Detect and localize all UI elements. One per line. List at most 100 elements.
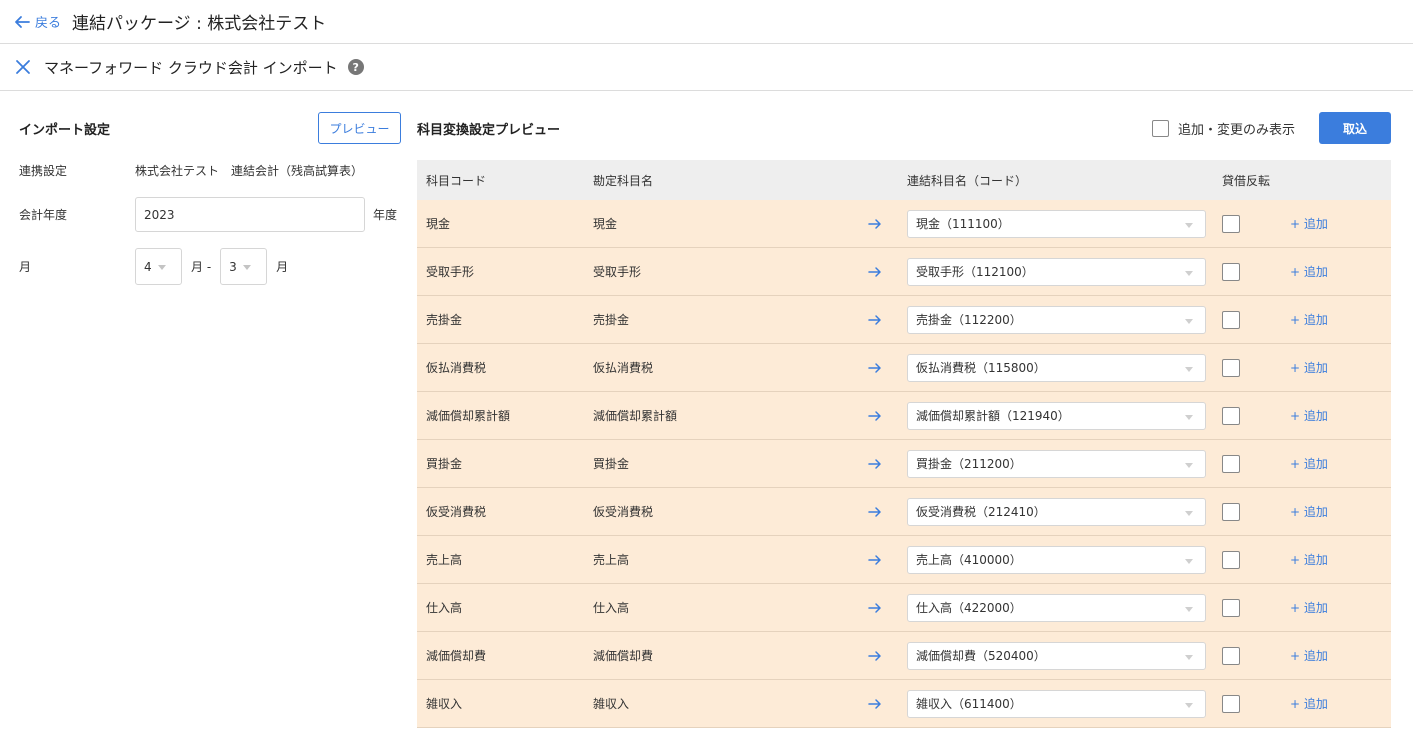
- account-name: 仮払消費税: [593, 361, 654, 375]
- add-link[interactable]: + 追加: [1290, 200, 1328, 247]
- reverse-checkbox[interactable]: [1222, 262, 1240, 281]
- fiscal-year-input[interactable]: 2023: [135, 197, 365, 232]
- consolidated-account-select[interactable]: 現金（111100）: [907, 209, 1206, 238]
- table-row: 減価償却累計額 減価償却累計額 減価償却累計額（121940） + 追加: [417, 392, 1391, 440]
- account-code: 売掛金: [426, 313, 463, 327]
- account-code: 売上高: [426, 553, 463, 567]
- add-link[interactable]: + 追加: [1290, 488, 1328, 535]
- link-setting-value: 株式会社テスト 連結会計（残高試算表）: [135, 164, 364, 178]
- reverse-checkbox[interactable]: [1222, 406, 1240, 425]
- add-link[interactable]: + 追加: [1290, 632, 1328, 679]
- chevron-down-icon: [1185, 558, 1193, 564]
- consolidated-account-select[interactable]: 受取手形（112100）: [907, 257, 1206, 286]
- reverse-checkbox[interactable]: [1222, 310, 1240, 329]
- consolidated-account-select[interactable]: 仕入高（422000）: [907, 593, 1206, 622]
- changes-only-checkbox[interactable]: [1151, 119, 1169, 137]
- chevron-down-icon: [1185, 222, 1193, 228]
- consolidated-account-value: 売上高（410000）: [916, 553, 1022, 567]
- chevron-down-icon: [1185, 414, 1193, 420]
- add-link[interactable]: + 追加: [1290, 344, 1328, 391]
- add-link[interactable]: + 追加: [1290, 584, 1328, 631]
- arrow-right-icon: [868, 536, 882, 583]
- reverse-checkbox[interactable]: [1222, 646, 1240, 665]
- add-link[interactable]: + 追加: [1290, 440, 1328, 487]
- reverse-checkbox[interactable]: [1222, 598, 1240, 617]
- arrow-right-icon: [868, 344, 882, 391]
- top-bar: 戻る 連結パッケージ : 株式会社テスト: [0, 0, 1413, 44]
- arrow-right-icon: [868, 488, 882, 535]
- consolidated-account-select[interactable]: 雑収入（611400）: [907, 689, 1206, 718]
- account-name: 仕入高: [593, 601, 630, 615]
- table-row: 買掛金 買掛金 買掛金（211200） + 追加: [417, 440, 1391, 488]
- month-from-value: 4: [144, 259, 152, 274]
- table-row: 売上高 売上高 売上高（410000） + 追加: [417, 536, 1391, 584]
- import-settings-title: インポート設定: [19, 122, 111, 138]
- add-link[interactable]: + 追加: [1290, 296, 1328, 343]
- table-row: 売掛金 売掛金 売掛金（112200） + 追加: [417, 296, 1391, 344]
- chevron-down-icon: [1185, 318, 1193, 324]
- account-name: 買掛金: [593, 457, 630, 471]
- preview-button[interactable]: プレビュー: [318, 112, 401, 144]
- help-icon[interactable]: ?: [347, 59, 364, 75]
- consolidated-account-select[interactable]: 売上高（410000）: [907, 545, 1206, 574]
- add-link[interactable]: + 追加: [1290, 248, 1328, 295]
- link-setting-row: 連携設定 株式会社テスト 連結会計（残高試算表）: [19, 162, 363, 179]
- import-settings-header: インポート設定 プレビュー: [19, 112, 401, 144]
- consolidated-account-value: 受取手形（112100）: [916, 265, 1034, 279]
- arrow-right-icon: [868, 248, 882, 295]
- account-name: 減価償却費: [593, 649, 654, 663]
- account-name: 売上高: [593, 553, 630, 567]
- chevron-down-icon: [243, 265, 252, 270]
- close-button[interactable]: [14, 58, 32, 76]
- column-header-code: 科目コード: [426, 173, 487, 188]
- import-settings-panel: インポート設定 プレビュー 連携設定 株式会社テスト 連結会計（残高試算表） 会…: [19, 112, 401, 285]
- consolidated-account-select[interactable]: 買掛金（211200）: [907, 449, 1206, 478]
- table-row: 減価償却費 減価償却費 減価償却費（520400） + 追加: [417, 632, 1391, 680]
- reverse-checkbox[interactable]: [1222, 454, 1240, 473]
- import-button[interactable]: 取込: [1319, 112, 1391, 144]
- account-code: 受取手形: [426, 265, 475, 279]
- chevron-down-icon: [158, 265, 166, 270]
- consolidated-account-select[interactable]: 減価償却費（520400）: [907, 641, 1206, 670]
- arrow-left-icon: [15, 15, 30, 28]
- reverse-checkbox[interactable]: [1222, 358, 1240, 377]
- consolidated-account-value: 仮払消費税（115800）: [916, 361, 1046, 375]
- chevron-down-icon: [1185, 654, 1193, 660]
- month-to-select[interactable]: 3: [220, 248, 268, 285]
- consolidated-account-select[interactable]: 仮受消費税（212410）: [907, 497, 1206, 526]
- account-name: 現金: [593, 217, 618, 231]
- add-link[interactable]: + 追加: [1290, 680, 1328, 727]
- fiscal-year-row: 会計年度 2023 年度: [19, 197, 397, 232]
- account-code: 現金: [426, 217, 451, 231]
- add-link[interactable]: + 追加: [1290, 392, 1328, 439]
- column-header-name: 勘定科目名: [593, 173, 654, 188]
- changes-only-filter[interactable]: 追加・変更のみ表示: [1151, 119, 1295, 138]
- close-icon: [16, 60, 30, 74]
- back-link[interactable]: 戻る: [14, 12, 61, 31]
- reverse-checkbox[interactable]: [1222, 214, 1240, 233]
- column-header-consolidated: 連結科目名（コード）: [907, 173, 1028, 188]
- account-code: 仕入高: [426, 601, 463, 615]
- month-label: 月: [19, 260, 32, 274]
- consolidated-account-value: 雑収入（611400）: [916, 697, 1022, 711]
- arrow-right-icon: [868, 200, 882, 247]
- table-body: 現金 現金 現金（111100） + 追加 受取手形 受取手形 受取手形（112100） + …: [417, 200, 1391, 728]
- consolidated-account-select[interactable]: 仮払消費税（115800）: [907, 353, 1206, 382]
- arrow-right-icon: [868, 632, 882, 679]
- month-separator: 月 -: [191, 260, 212, 274]
- table-row: 仕入高 仕入高 仕入高（422000） + 追加: [417, 584, 1391, 632]
- month-to-value: 3: [229, 259, 237, 274]
- chevron-down-icon: [1185, 462, 1193, 468]
- table-row: 仮払消費税 仮払消費税 仮払消費税（115800） + 追加: [417, 344, 1391, 392]
- sub-bar: マネーフォワード クラウド会計 インポート ?: [0, 44, 1413, 91]
- reverse-checkbox[interactable]: [1222, 502, 1240, 521]
- consolidated-account-value: 減価償却費（520400）: [916, 649, 1046, 663]
- arrow-right-icon: [868, 392, 882, 439]
- reverse-checkbox[interactable]: [1222, 550, 1240, 569]
- chevron-down-icon: [1185, 366, 1193, 372]
- consolidated-account-select[interactable]: 減価償却累計額（121940）: [907, 401, 1206, 430]
- month-from-select[interactable]: 4: [135, 248, 182, 285]
- consolidated-account-select[interactable]: 売掛金（112200）: [907, 305, 1206, 334]
- add-link[interactable]: + 追加: [1290, 536, 1328, 583]
- reverse-checkbox[interactable]: [1222, 694, 1240, 713]
